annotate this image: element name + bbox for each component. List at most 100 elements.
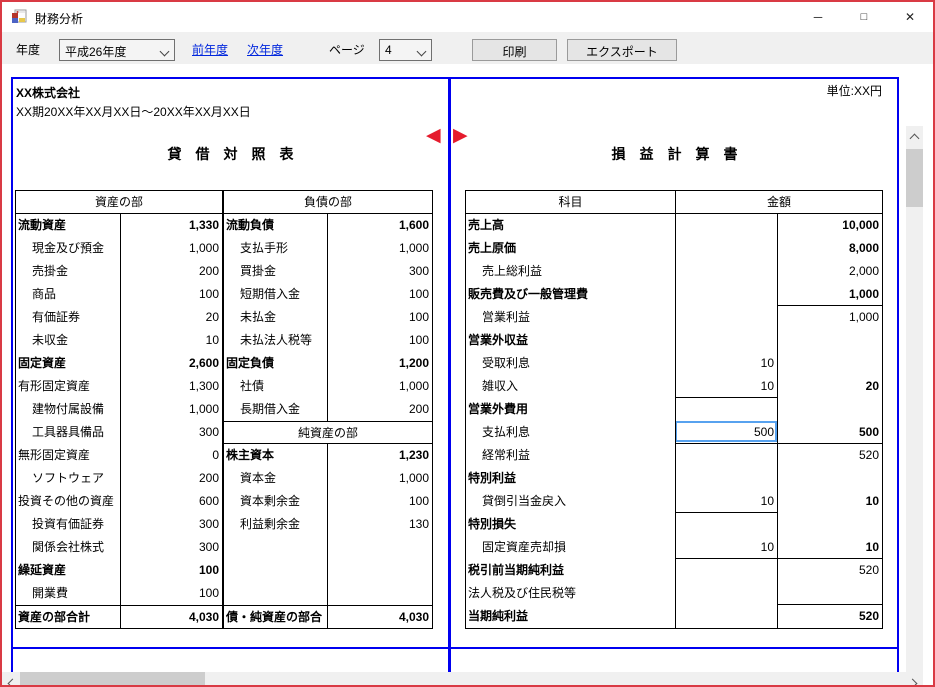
bs-label-cell[interactable]: 社債	[224, 375, 328, 398]
page-combobox[interactable]: 4	[379, 39, 432, 61]
prev-year-link[interactable]: 前年度	[192, 41, 228, 58]
bs-label-cell[interactable]: 資産の部合計	[16, 605, 121, 628]
bs-label-cell[interactable]: 長期借入金	[224, 398, 328, 421]
bs-label-cell[interactable]: 未収金	[16, 329, 121, 352]
bs-label-cell[interactable]: 未払法人税等	[224, 329, 328, 352]
bs-value-cell[interactable]: 4,030	[121, 605, 224, 628]
bs-value-cell[interactable]: 1,300	[121, 375, 224, 398]
bs-value-cell[interactable]: 1,000	[328, 467, 432, 490]
pl-detail-cell[interactable]	[676, 467, 778, 490]
bs-label-cell[interactable]: 流動資産	[16, 214, 121, 237]
pl-total-cell[interactable]: 500	[778, 421, 882, 444]
horizontal-scrollbar-thumb[interactable]	[20, 672, 205, 687]
bs-value-cell[interactable]: 1,000	[328, 237, 432, 260]
bs-value-cell[interactable]: 100	[328, 306, 432, 329]
pl-total-cell[interactable]	[778, 467, 882, 490]
page-split-right-arrow-icon[interactable]: ▶	[453, 126, 468, 145]
pl-detail-cell[interactable]	[676, 513, 778, 536]
bs-label-cell[interactable]: 有形固定資産	[16, 375, 121, 398]
bs-value-cell[interactable]: 300	[121, 536, 224, 559]
pl-detail-cell-selected[interactable]: 500	[676, 421, 778, 444]
next-year-link[interactable]: 次年度	[247, 41, 283, 58]
bs-value-cell[interactable]: 1,600	[328, 214, 432, 237]
pl-account-cell[interactable]: 貸倒引当金戻入	[466, 490, 676, 513]
bs-label-cell[interactable]	[224, 536, 328, 559]
pl-total-cell[interactable]	[778, 398, 882, 421]
pl-account-cell[interactable]: 営業外費用	[466, 398, 676, 421]
pl-total-cell[interactable]: 520	[778, 559, 882, 582]
pl-total-cell[interactable]: 1,000	[778, 306, 882, 329]
vertical-scrollbar-thumb[interactable]	[906, 149, 923, 207]
bs-value-cell[interactable]	[328, 559, 432, 582]
pl-detail-cell[interactable]	[676, 329, 778, 352]
year-combobox[interactable]: 平成26年度	[59, 39, 175, 61]
bs-value-cell[interactable]: 100	[121, 283, 224, 306]
bs-value-cell[interactable]: 1,230	[328, 444, 432, 467]
pl-account-cell[interactable]: 販売費及び一般管理費	[466, 283, 676, 306]
bs-value-cell[interactable]: 1,330	[121, 214, 224, 237]
pl-account-cell[interactable]: 固定資産売却損	[466, 536, 676, 559]
bs-value-cell[interactable]: 100	[328, 283, 432, 306]
bs-value-cell[interactable]: 100	[328, 490, 432, 513]
pl-detail-cell[interactable]	[676, 260, 778, 283]
bs-label-cell[interactable]: 商品	[16, 283, 121, 306]
pl-account-cell[interactable]: 受取利息	[466, 352, 676, 375]
pl-detail-cell[interactable]	[676, 306, 778, 329]
pl-total-cell[interactable]: 1,000	[778, 283, 882, 306]
bs-label-cell[interactable]: 未払金	[224, 306, 328, 329]
pl-account-cell[interactable]: 営業外収益	[466, 329, 676, 352]
bs-label-cell[interactable]	[224, 559, 328, 582]
bs-value-cell[interactable]: 1,000	[121, 398, 224, 421]
bs-label-cell[interactable]: 有価証券	[16, 306, 121, 329]
pl-total-cell[interactable]: 10,000	[778, 214, 882, 237]
bs-label-cell[interactable]: 工具器具備品	[16, 421, 121, 444]
bs-label-cell[interactable]: 投資有価証券	[16, 513, 121, 536]
pl-account-cell[interactable]: 特別利益	[466, 467, 676, 490]
bs-value-cell[interactable]: 200	[328, 398, 432, 421]
bs-value-cell[interactable]: 1,200	[328, 352, 432, 375]
pl-total-cell[interactable]: 20	[778, 375, 882, 398]
bs-label-cell[interactable]: 開業費	[16, 582, 121, 605]
pl-total-cell[interactable]: 2,000	[778, 260, 882, 283]
scroll-up-icon[interactable]	[906, 126, 923, 143]
bs-value-cell[interactable]	[328, 536, 432, 559]
bs-label-cell[interactable]: 投資その他の資産	[16, 490, 121, 513]
pl-detail-cell[interactable]	[676, 444, 778, 467]
minimize-button[interactable]: ─	[795, 2, 841, 32]
bs-value-cell[interactable]: 200	[121, 260, 224, 283]
bs-value-cell[interactable]	[328, 582, 432, 605]
bs-value-cell[interactable]: 100	[121, 582, 224, 605]
bs-value-cell[interactable]: 1,000	[328, 375, 432, 398]
bs-label-cell[interactable]: 現金及び預金	[16, 237, 121, 260]
bs-label-cell[interactable]: 売掛金	[16, 260, 121, 283]
pl-account-cell[interactable]: 特別損失	[466, 513, 676, 536]
pl-account-cell[interactable]: 売上総利益	[466, 260, 676, 283]
close-button[interactable]: ✕	[887, 2, 933, 32]
pl-total-cell[interactable]: 520	[778, 605, 882, 628]
bs-label-cell[interactable]: 短期借入金	[224, 283, 328, 306]
pl-detail-cell[interactable]	[676, 582, 778, 605]
pl-total-cell[interactable]: 8,000	[778, 237, 882, 260]
pl-detail-cell[interactable]: 10	[676, 352, 778, 375]
bs-label-cell[interactable]: 資本剰余金	[224, 490, 328, 513]
bs-label-cell[interactable]: 固定負債	[224, 352, 328, 375]
pl-detail-cell[interactable]: 10	[676, 375, 778, 398]
pl-account-cell[interactable]: 雑収入	[466, 375, 676, 398]
bs-label-cell[interactable]: 建物付属設備	[16, 398, 121, 421]
horizontal-scrollbar[interactable]	[2, 672, 923, 687]
bs-label-cell[interactable]: 繰延資産	[16, 559, 121, 582]
bs-value-cell[interactable]: 300	[121, 513, 224, 536]
maximize-button[interactable]: □	[841, 2, 887, 32]
scroll-left-icon[interactable]	[4, 672, 21, 687]
pl-account-cell[interactable]: 売上高	[466, 214, 676, 237]
export-button[interactable]: エクスポート	[567, 39, 677, 61]
page-split-left-arrow-icon[interactable]: ◀	[426, 126, 441, 145]
bs-value-cell[interactable]: 100	[328, 329, 432, 352]
pl-detail-cell[interactable]	[676, 559, 778, 582]
bs-label-cell[interactable]: 買掛金	[224, 260, 328, 283]
pl-detail-cell[interactable]: 10	[676, 490, 778, 513]
pl-detail-cell[interactable]	[676, 237, 778, 260]
pl-total-cell[interactable]: 520	[778, 444, 882, 467]
pl-total-cell[interactable]	[778, 513, 882, 536]
bs-value-cell[interactable]: 20	[121, 306, 224, 329]
